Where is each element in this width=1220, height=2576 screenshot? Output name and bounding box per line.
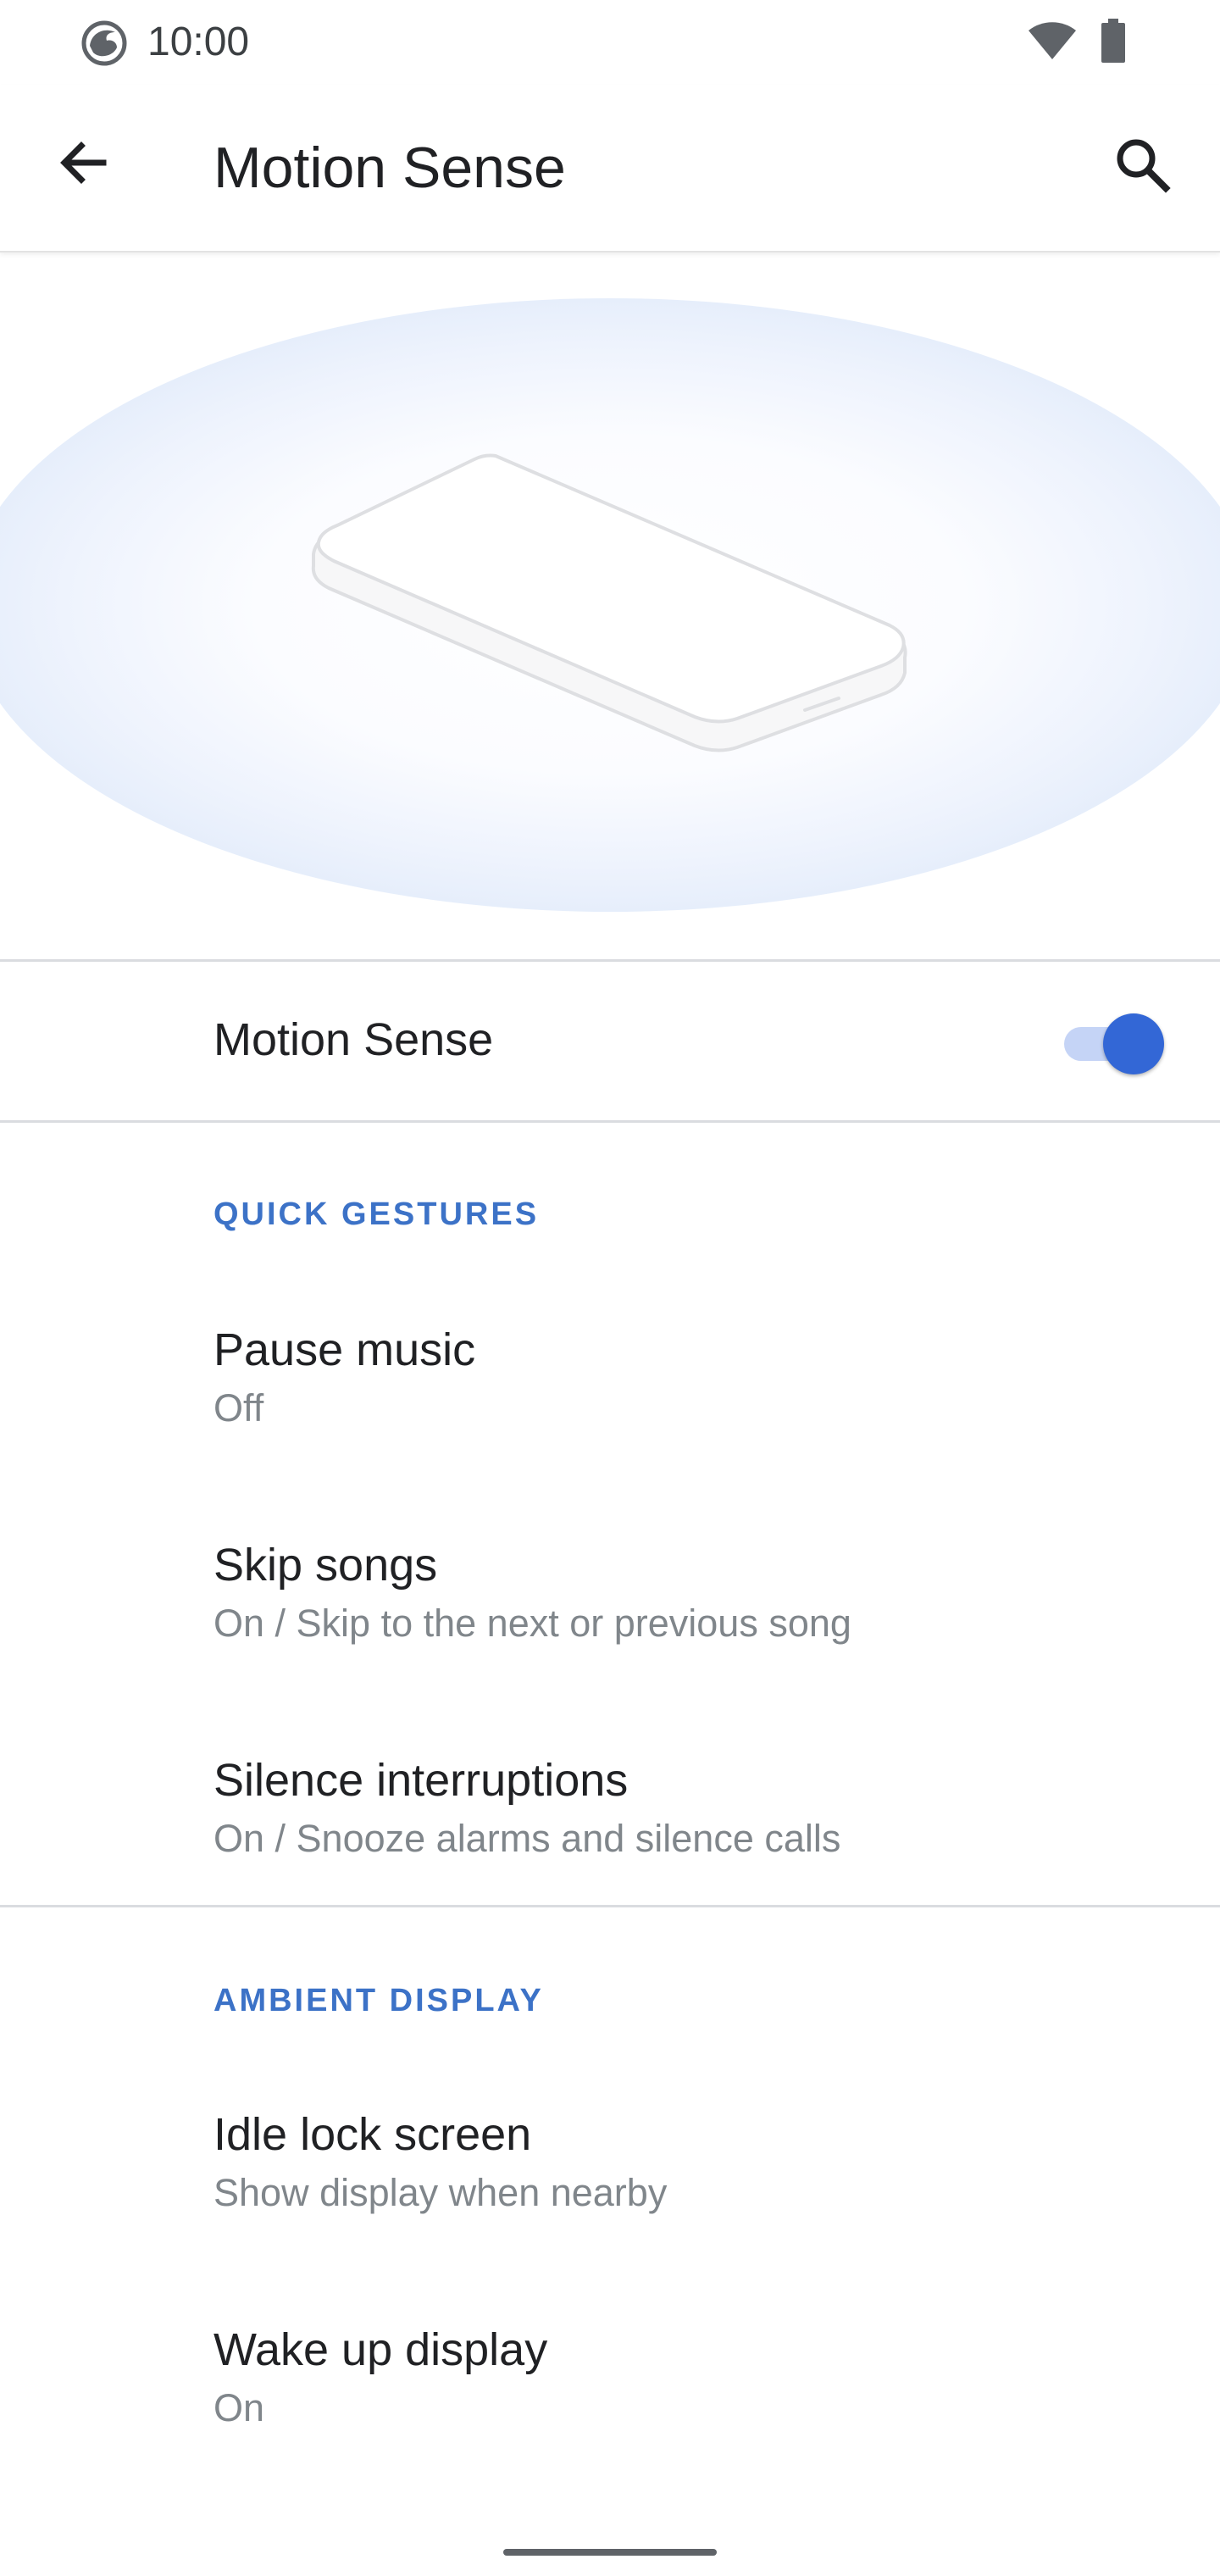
pref-item-idle-lock-screen[interactable]: Idle lock screen Show display when nearb… (0, 2078, 1220, 2293)
pref-title: Wake up display (214, 2324, 548, 2375)
motion-sense-toggle[interactable] (1059, 1010, 1164, 1078)
divider (0, 959, 1220, 962)
pref-title: Skip songs (214, 1540, 438, 1591)
divider (0, 1905, 1220, 1907)
divider (0, 1120, 1220, 1123)
pref-title: Silence interruptions (214, 1755, 629, 1806)
pref-summary: Off (214, 1386, 264, 1430)
gesture-nav-handle[interactable] (503, 2549, 717, 2556)
pref-summary: On / Snooze alarms and silence calls (214, 1817, 841, 1860)
motion-sense-master-switch-row[interactable]: Motion Sense (0, 963, 1220, 1120)
pref-summary: On / Skip to the next or previous song (214, 1602, 851, 1645)
pref-title: Pause music (214, 1324, 476, 1375)
pref-item-pause-music[interactable]: Pause music Off (0, 1293, 1220, 1508)
pref-item-wake-up-display[interactable]: Wake up display On (0, 2293, 1220, 2508)
firefox-icon (81, 20, 127, 66)
pref-summary: On (214, 2386, 265, 2429)
arrow-back-icon[interactable] (47, 127, 119, 198)
settings-screen: 10:00 Motion Sense Motion Sense QUICK GE… (0, 0, 1220, 2576)
section-header-quick-gestures: QUICK GESTURES (214, 1196, 540, 1232)
status-time: 10:00 (147, 19, 250, 64)
search-icon[interactable] (1108, 130, 1176, 198)
toggle-thumb (1103, 1013, 1164, 1074)
status-bar: 10:00 (0, 0, 1220, 85)
app-bar: Motion Sense (0, 85, 1220, 253)
master-switch-label: Motion Sense (214, 1014, 494, 1065)
pref-item-skip-songs[interactable]: Skip songs On / Skip to the next or prev… (0, 1508, 1220, 1724)
wifi-icon (1029, 22, 1076, 59)
phone-illustration (0, 298, 1220, 912)
battery-icon (1101, 19, 1125, 63)
page-title: Motion Sense (214, 136, 566, 200)
section-header-ambient-display: AMBIENT DISPLAY (214, 1983, 544, 2018)
pref-summary: Show display when nearby (214, 2171, 668, 2214)
pref-title: Idle lock screen (214, 2109, 532, 2160)
